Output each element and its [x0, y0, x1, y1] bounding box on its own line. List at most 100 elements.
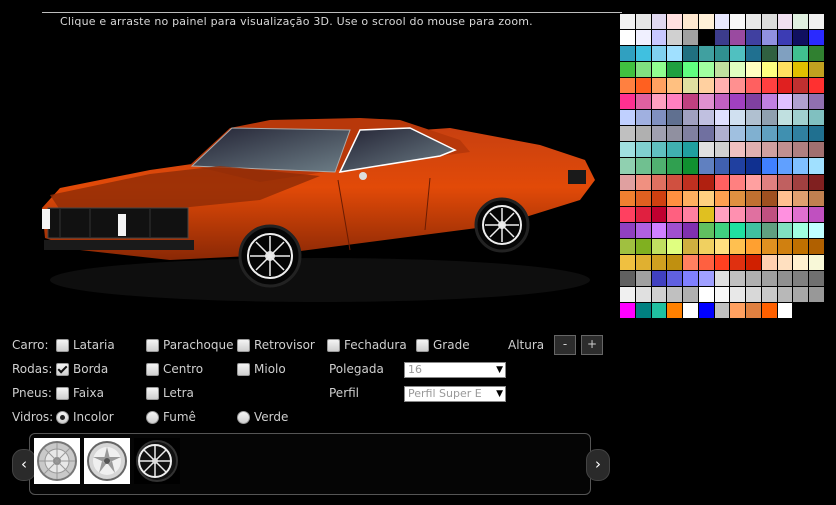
color-swatch[interactable] — [809, 158, 824, 174]
incolor-radio-dot[interactable] — [56, 410, 69, 424]
color-swatch[interactable] — [667, 286, 683, 302]
color-swatch[interactable] — [761, 174, 777, 190]
color-swatch[interactable] — [651, 46, 667, 62]
color-swatch[interactable] — [635, 270, 651, 286]
color-swatch[interactable] — [635, 126, 651, 142]
color-swatch[interactable] — [761, 238, 777, 254]
color-swatch[interactable] — [793, 110, 809, 126]
color-swatch[interactable] — [667, 206, 683, 222]
color-swatch[interactable] — [698, 94, 714, 110]
color-swatch[interactable] — [667, 14, 683, 30]
color-swatch[interactable] — [635, 110, 651, 126]
color-swatch[interactable] — [809, 94, 824, 110]
color-swatch[interactable] — [777, 302, 793, 318]
color-swatch[interactable] — [746, 126, 761, 142]
color-swatch[interactable] — [683, 206, 698, 222]
color-swatch[interactable] — [683, 110, 698, 126]
color-swatch[interactable] — [667, 190, 683, 206]
color-swatch[interactable] — [620, 46, 635, 62]
color-swatch[interactable] — [714, 110, 730, 126]
color-swatch[interactable] — [683, 238, 698, 254]
color-swatch[interactable] — [683, 30, 698, 46]
color-swatch[interactable] — [777, 142, 793, 158]
color-swatch[interactable] — [793, 286, 809, 302]
color-swatch[interactable] — [730, 94, 746, 110]
color-swatch[interactable] — [620, 286, 635, 302]
color-swatch[interactable] — [793, 190, 809, 206]
color-swatch[interactable] — [714, 14, 730, 30]
color-palette[interactable] — [620, 14, 824, 318]
color-swatch[interactable] — [620, 14, 635, 30]
color-swatch[interactable] — [746, 94, 761, 110]
centro-checkbox[interactable]: Centro — [146, 360, 203, 378]
color-swatch[interactable] — [730, 142, 746, 158]
color-swatch[interactable] — [651, 286, 667, 302]
color-swatch[interactable] — [698, 126, 714, 142]
color-swatch[interactable] — [651, 78, 667, 94]
color-swatch[interactable] — [761, 46, 777, 62]
color-swatch[interactable] — [746, 158, 761, 174]
color-swatch[interactable] — [809, 142, 824, 158]
borda-checkbox[interactable]: Borda — [56, 360, 108, 378]
color-swatch[interactable] — [809, 46, 824, 62]
lataria-checkbox-box[interactable] — [56, 338, 69, 352]
color-swatch[interactable] — [698, 254, 714, 270]
color-swatch[interactable] — [809, 126, 824, 142]
color-swatch[interactable] — [746, 46, 761, 62]
faixa-checkbox-box[interactable] — [56, 386, 69, 400]
color-swatch[interactable] — [667, 174, 683, 190]
color-swatch[interactable] — [683, 286, 698, 302]
color-swatch[interactable] — [667, 142, 683, 158]
altura-plus-button[interactable]: + — [581, 335, 603, 355]
color-swatch[interactable] — [698, 302, 714, 318]
color-swatch[interactable] — [730, 206, 746, 222]
color-swatch[interactable] — [714, 254, 730, 270]
color-swatch[interactable] — [746, 238, 761, 254]
color-swatch[interactable] — [730, 30, 746, 46]
letra-checkbox[interactable]: Letra — [146, 384, 194, 402]
color-swatch[interactable] — [683, 302, 698, 318]
color-swatch[interactable] — [683, 270, 698, 286]
color-swatch[interactable] — [635, 78, 651, 94]
color-swatch[interactable] — [698, 174, 714, 190]
color-swatch[interactable] — [635, 190, 651, 206]
car-3d-viewer[interactable] — [20, 90, 620, 320]
color-swatch[interactable] — [620, 222, 635, 238]
color-swatch[interactable] — [698, 238, 714, 254]
color-swatch[interactable] — [698, 62, 714, 78]
color-swatch[interactable] — [651, 302, 667, 318]
color-swatch[interactable] — [730, 110, 746, 126]
color-swatch[interactable] — [667, 158, 683, 174]
color-swatch[interactable] — [777, 206, 793, 222]
lataria-checkbox[interactable]: Lataria — [56, 336, 115, 354]
color-swatch[interactable] — [667, 238, 683, 254]
color-swatch[interactable] — [620, 126, 635, 142]
color-swatch[interactable] — [620, 94, 635, 110]
color-swatch[interactable] — [714, 30, 730, 46]
color-swatch[interactable] — [698, 14, 714, 30]
color-swatch[interactable] — [698, 270, 714, 286]
color-swatch[interactable] — [683, 62, 698, 78]
letra-checkbox-box[interactable] — [146, 386, 159, 400]
gallery-prev-button[interactable]: ‹ — [12, 449, 36, 481]
color-swatch[interactable] — [761, 126, 777, 142]
color-swatch[interactable] — [620, 206, 635, 222]
color-swatch[interactable] — [730, 78, 746, 94]
color-swatch[interactable] — [667, 94, 683, 110]
color-swatch[interactable] — [793, 302, 809, 318]
color-swatch[interactable] — [777, 46, 793, 62]
color-swatch[interactable] — [793, 46, 809, 62]
color-swatch[interactable] — [651, 270, 667, 286]
color-swatch[interactable] — [777, 174, 793, 190]
color-swatch[interactable] — [730, 158, 746, 174]
color-swatch[interactable] — [746, 62, 761, 78]
color-swatch[interactable] — [714, 142, 730, 158]
color-swatch[interactable] — [635, 94, 651, 110]
color-swatch[interactable] — [714, 302, 730, 318]
color-swatch[interactable] — [635, 238, 651, 254]
color-swatch[interactable] — [809, 78, 824, 94]
color-swatch[interactable] — [793, 206, 809, 222]
color-swatch[interactable] — [714, 238, 730, 254]
color-swatch[interactable] — [746, 30, 761, 46]
color-swatch[interactable] — [809, 286, 824, 302]
